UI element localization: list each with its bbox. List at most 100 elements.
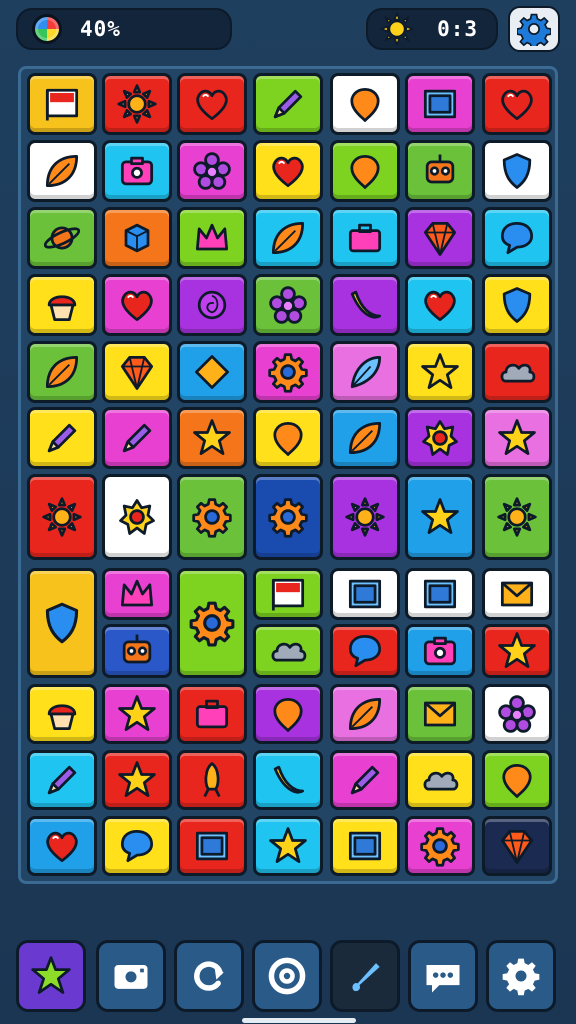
tile-r7-c7[interactable] (482, 474, 552, 560)
banana-icon (266, 758, 310, 802)
tile-b2-c4[interactable] (253, 750, 323, 810)
tile-b3-c4[interactable] (253, 816, 323, 876)
tile-r2-c3[interactable] (177, 140, 247, 202)
nav-settings-button[interactable] (486, 940, 556, 1012)
tile-r6-c5[interactable] (330, 407, 400, 469)
tile-r5-c5[interactable] (330, 341, 400, 403)
tile-b1-c5[interactable] (330, 684, 400, 744)
tile-r6-c2[interactable] (102, 407, 172, 469)
balloon-icon (495, 758, 539, 802)
nav-star-button[interactable] (16, 940, 86, 1012)
tile-b3-c6[interactable] (405, 816, 475, 876)
tile-b3-c2[interactable] (102, 816, 172, 876)
tile-r1-c1[interactable] (27, 73, 97, 135)
tile-b3-c3[interactable] (177, 816, 247, 876)
tile-r1-c5[interactable] (330, 73, 400, 135)
diamond-icon (190, 350, 234, 394)
tile-block-c4-top[interactable] (253, 568, 323, 620)
tile-r5-c4[interactable] (253, 341, 323, 403)
tile-b2-c3[interactable] (177, 750, 247, 810)
tile-r4-c2[interactable] (102, 274, 172, 336)
tile-r5-c2[interactable] (102, 341, 172, 403)
tile-r7-c6[interactable] (405, 474, 475, 560)
sun-icon (495, 495, 539, 539)
nav-chat-button[interactable] (408, 940, 478, 1012)
tile-b2-c5[interactable] (330, 750, 400, 810)
gem-icon (418, 216, 462, 260)
tile-r1-c6[interactable] (405, 73, 475, 135)
speech-icon (343, 629, 387, 673)
tile-r4-c4[interactable] (253, 274, 323, 336)
tile-r4-c6[interactable] (405, 274, 475, 336)
tile-r1-c4[interactable] (253, 73, 323, 135)
tile-r6-c3[interactable] (177, 407, 247, 469)
tile-r7-c5[interactable] (330, 474, 400, 560)
tile-block-c1[interactable] (27, 568, 97, 678)
tile-r3-c1[interactable] (27, 207, 97, 269)
tile-r7-c3[interactable] (177, 474, 247, 560)
camera-icon (115, 149, 159, 193)
tile-r6-c4[interactable] (253, 407, 323, 469)
tile-r6-c6[interactable] (405, 407, 475, 469)
nav-target-button[interactable] (252, 940, 322, 1012)
tile-r5-c6[interactable] (405, 341, 475, 403)
tile-r3-c3[interactable] (177, 207, 247, 269)
tile-block-c6-bottom[interactable] (405, 624, 475, 678)
tile-block-c5-bottom[interactable] (330, 624, 400, 678)
tile-b3-c5[interactable] (330, 816, 400, 876)
nav-camera-button[interactable] (96, 940, 166, 1012)
tile-r7-c2[interactable] (102, 474, 172, 560)
tile-b1-c4[interactable] (253, 684, 323, 744)
tile-r2-c7[interactable] (482, 140, 552, 202)
tile-r5-c1[interactable] (27, 341, 97, 403)
tile-b2-c6[interactable] (405, 750, 475, 810)
tile-block-c2-top[interactable] (102, 568, 172, 620)
tile-r6-c1[interactable] (27, 407, 97, 469)
tile-r3-c4[interactable] (253, 207, 323, 269)
settings-button[interactable] (508, 6, 560, 52)
tile-block-c7-top[interactable] (482, 568, 552, 620)
heart-icon (190, 82, 234, 126)
tile-block-c3[interactable] (177, 568, 247, 678)
tile-r5-c7[interactable] (482, 341, 552, 403)
tile-block-c5-top[interactable] (330, 568, 400, 620)
tile-b2-c1[interactable] (27, 750, 97, 810)
flag-icon (40, 82, 84, 126)
nav-refresh-button[interactable] (174, 940, 244, 1012)
tile-r4-c7[interactable] (482, 274, 552, 336)
tile-b1-c6[interactable] (405, 684, 475, 744)
tile-r2-c1[interactable] (27, 140, 97, 202)
tile-block-c6-top[interactable] (405, 568, 475, 620)
tile-r4-c5[interactable] (330, 274, 400, 336)
tile-block-c4-bottom[interactable] (253, 624, 323, 678)
tile-r2-c4[interactable] (253, 140, 323, 202)
tile-r7-c1[interactable] (27, 474, 97, 560)
tile-b2-c7[interactable] (482, 750, 552, 810)
tile-b2-c2[interactable] (102, 750, 172, 810)
tile-r1-c7[interactable] (482, 73, 552, 135)
tile-r1-c3[interactable] (177, 73, 247, 135)
tile-block-c7-bottom[interactable] (482, 624, 552, 678)
tile-r2-c6[interactable] (405, 140, 475, 202)
tile-b1-c7[interactable] (482, 684, 552, 744)
tile-r2-c5[interactable] (330, 140, 400, 202)
tile-r4-c3[interactable] (177, 274, 247, 336)
crown-icon (190, 216, 234, 260)
tile-b1-c3[interactable] (177, 684, 247, 744)
tile-r7-c4[interactable] (253, 474, 323, 560)
tile-r5-c3[interactable] (177, 341, 247, 403)
tile-r3-c2[interactable] (102, 207, 172, 269)
tile-r2-c2[interactable] (102, 140, 172, 202)
tile-r3-c7[interactable] (482, 207, 552, 269)
tile-b1-c2[interactable] (102, 684, 172, 744)
tile-block-c2-bottom[interactable] (102, 624, 172, 678)
nav-brush-button[interactable] (330, 940, 400, 1012)
tile-r6-c7[interactable] (482, 407, 552, 469)
tile-r4-c1[interactable] (27, 274, 97, 336)
tile-r1-c2[interactable] (102, 73, 172, 135)
tile-b3-c7[interactable] (482, 816, 552, 876)
tile-r3-c5[interactable] (330, 207, 400, 269)
tile-r3-c6[interactable] (405, 207, 475, 269)
tile-b3-c1[interactable] (27, 816, 97, 876)
tile-b1-c1[interactable] (27, 684, 97, 744)
